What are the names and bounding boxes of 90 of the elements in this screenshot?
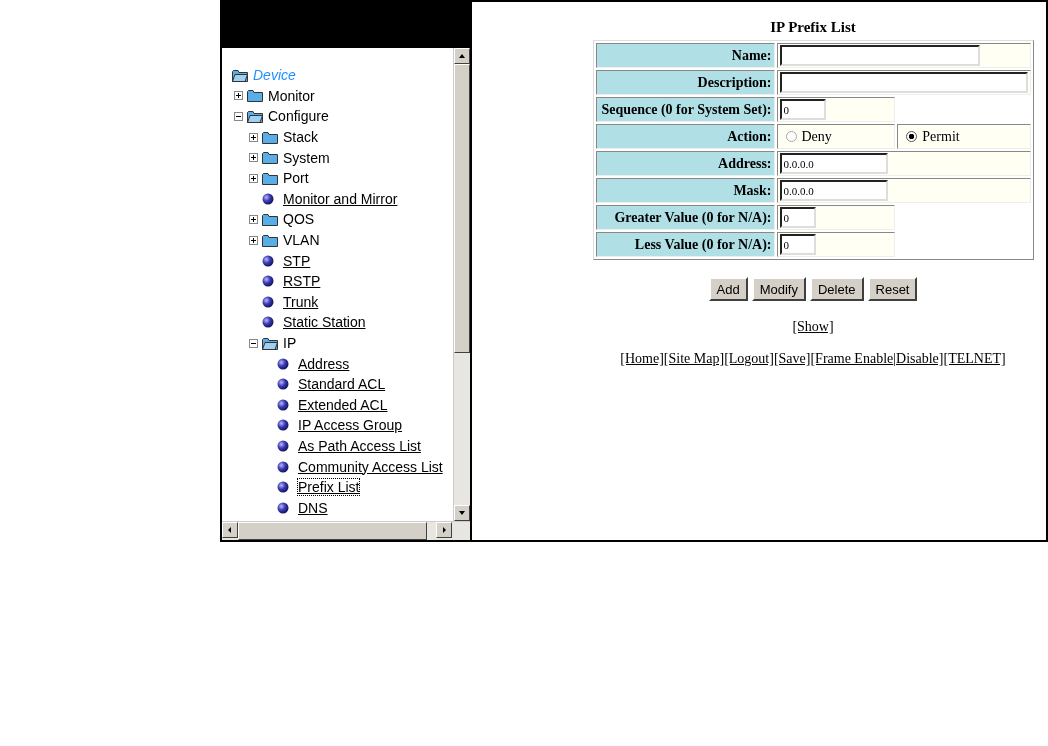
folder-icon [262, 212, 278, 226]
field-label: Action: [595, 124, 775, 149]
field-label: Sequence (0 for System Set): [595, 97, 775, 122]
bullet-icon [277, 481, 289, 494]
tree-link[interactable]: RSTP [283, 273, 321, 290]
field-label: Less Value (0 for N/A): [595, 232, 775, 257]
nav-link[interactable]: [Logout] [724, 351, 774, 367]
field-label: Mask: [595, 178, 775, 203]
radio-label: Deny [801, 128, 832, 145]
scrollbar-thumb[interactable] [238, 522, 427, 540]
collapse-icon[interactable] [234, 112, 243, 121]
text-field[interactable]: 0 [779, 207, 816, 228]
form-button[interactable]: Modify [751, 277, 806, 301]
expand-icon[interactable] [249, 153, 258, 163]
field-label: Name: [595, 43, 775, 68]
tree-folder-label[interactable]: Configure [268, 108, 329, 125]
radio-button[interactable] [785, 131, 797, 142]
bullet-icon [262, 254, 274, 267]
scroll-left-icon [226, 526, 234, 534]
field-label: Description: [595, 70, 775, 95]
form-button[interactable]: Reset [867, 277, 918, 301]
open-folder-icon [247, 110, 263, 123]
expand-icon[interactable] [249, 214, 258, 224]
tree-link[interactable]: Trunk [283, 293, 319, 310]
bullet-icon [262, 295, 274, 308]
tree-link[interactable]: IP Access Group [298, 417, 402, 434]
scroll-up-icon [458, 52, 466, 60]
horizontal-scrollbar[interactable] [222, 521, 470, 540]
form-button[interactable]: Add [708, 277, 748, 301]
radio-button[interactable] [906, 131, 918, 142]
tree-folder-label[interactable]: QOS [283, 211, 315, 228]
text-field[interactable] [779, 45, 980, 66]
tree-folder-label[interactable]: Stack [283, 129, 318, 146]
nav-link[interactable]: [TELNET] [943, 351, 1006, 367]
tree-link[interactable]: DNS [298, 499, 328, 516]
page-title: IP Prefix List [770, 19, 856, 36]
expand-icon[interactable] [249, 132, 258, 142]
tree-link[interactable]: As Path Access List [298, 438, 421, 454]
tree-link[interactable]: Address [298, 355, 350, 372]
bullet-icon [277, 460, 289, 473]
nav-link[interactable]: [Save] [773, 351, 811, 367]
tree-folder-label[interactable]: Port [283, 170, 309, 187]
expand-icon[interactable] [234, 91, 243, 101]
folder-icon [262, 171, 278, 185]
nav-link[interactable]: [Frame Enable [810, 351, 894, 367]
show-link[interactable]: [Show] [792, 319, 834, 334]
tree-folder-label[interactable]: VLAN [283, 232, 320, 249]
nav-link[interactable]: [Home] [620, 351, 664, 367]
bullet-icon [262, 316, 274, 329]
nav-link[interactable]: [Site Map] [663, 351, 725, 367]
tree-link[interactable]: Standard ACL [298, 376, 386, 393]
bullet-icon [277, 378, 289, 391]
bullet-icon [277, 440, 289, 452]
tree-folder-label[interactable]: IP [283, 335, 297, 351]
text-field[interactable]: 0 [779, 99, 826, 120]
tree-folder-label[interactable]: System [283, 149, 330, 166]
bullet-icon [277, 398, 289, 411]
vertical-scrollbar[interactable] [453, 48, 470, 521]
tree-link[interactable]: Monitor and Mirror [283, 190, 398, 207]
text-field[interactable]: 0.0.0.0 [779, 180, 888, 201]
tree-link[interactable]: Community Access List [298, 458, 443, 475]
scrollbar-thumb[interactable] [454, 64, 470, 353]
text-field[interactable]: 0 [779, 234, 816, 255]
scroll-down-icon [458, 509, 466, 517]
bullet-icon [277, 357, 289, 370]
tree-link[interactable]: STP [283, 252, 311, 269]
folder-icon [262, 151, 278, 165]
field-label: Greater Value (0 for N/A): [595, 205, 775, 230]
tree-link[interactable]: Extended ACL [298, 396, 388, 413]
folder-icon [262, 233, 278, 247]
bullet-icon [277, 501, 289, 514]
tree-folder-label[interactable]: Monitor [268, 87, 315, 104]
nav-link[interactable]: |Disable] [893, 351, 944, 367]
folder-icon [262, 130, 278, 144]
tree-link[interactable]: Static Station [283, 314, 366, 331]
text-field[interactable] [779, 72, 1028, 93]
form-button[interactable]: Delete [809, 277, 864, 301]
tree-link[interactable]: Prefix List [298, 479, 360, 496]
scroll-right-icon [440, 526, 448, 534]
open-folder-icon [262, 336, 278, 350]
expand-icon[interactable] [249, 173, 258, 183]
folder-icon [247, 89, 263, 103]
bullet-icon [262, 275, 274, 288]
bullet-icon [277, 419, 289, 432]
expand-icon[interactable] [249, 235, 258, 245]
text-field[interactable]: 0.0.0.0 [779, 153, 888, 174]
collapse-icon[interactable] [249, 338, 258, 348]
field-label: Address: [595, 151, 775, 176]
bullet-icon [262, 192, 274, 205]
radio-label: Permit [922, 128, 960, 145]
